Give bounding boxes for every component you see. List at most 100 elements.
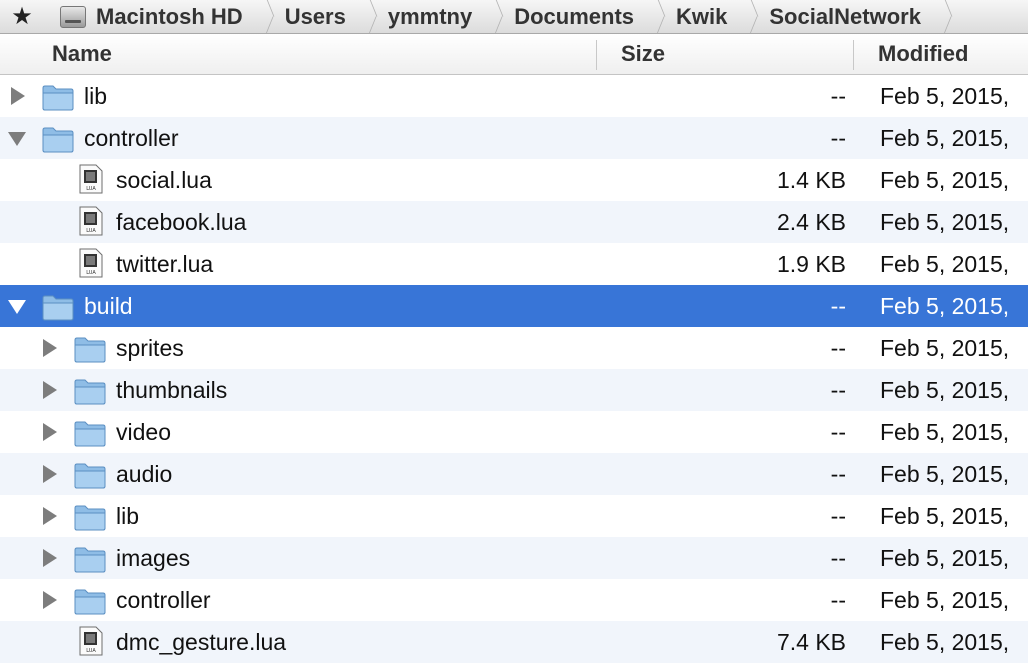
lua-file-icon: LUA bbox=[79, 164, 103, 194]
column-header-size[interactable]: Size bbox=[621, 34, 665, 74]
svg-text:LUA: LUA bbox=[86, 270, 96, 276]
disclosure-triangle-expanded-icon[interactable] bbox=[8, 132, 26, 146]
file-list: lib -- Feb 5, 2015, controller -- Feb 5, 2015… bbox=[0, 75, 1028, 663]
row-size: -- bbox=[830, 544, 846, 571]
row-modified: Feb 5, 2015, bbox=[880, 124, 1010, 151]
table-row[interactable]: LUA social.lua 1.4 KB Feb 5, 2015, bbox=[0, 159, 1028, 201]
row-size: -- bbox=[830, 586, 846, 613]
table-row[interactable]: sprites -- Feb 5, 2015, bbox=[0, 327, 1028, 369]
row-name: sprites bbox=[116, 334, 184, 361]
folder-icon bbox=[74, 419, 106, 447]
row-name: lib bbox=[116, 502, 140, 529]
row-name: thumbnails bbox=[116, 376, 228, 403]
disclosure-triangle-collapsed-icon[interactable] bbox=[43, 465, 57, 483]
table-row[interactable]: build -- Feb 5, 2015, bbox=[0, 285, 1028, 327]
row-size: -- bbox=[830, 82, 846, 109]
row-size: 7.4 KB bbox=[776, 628, 846, 655]
folder-icon bbox=[74, 335, 106, 363]
disclosure-triangle-collapsed-icon[interactable] bbox=[43, 381, 57, 399]
row-modified: Feb 5, 2015, bbox=[880, 166, 1010, 193]
breadcrumb-label: Macintosh HD bbox=[96, 3, 243, 29]
row-name: facebook.lua bbox=[116, 208, 247, 235]
row-modified: Feb 5, 2015, bbox=[880, 292, 1010, 319]
row-modified: Feb 5, 2015, bbox=[880, 250, 1010, 277]
row-modified: Feb 5, 2015, bbox=[880, 82, 1010, 109]
breadcrumb-socialnetwork[interactable]: SocialNetwork bbox=[753, 0, 947, 33]
disclosure-triangle-collapsed-icon[interactable] bbox=[11, 87, 25, 105]
row-size: -- bbox=[830, 292, 846, 319]
table-row[interactable]: video -- Feb 5, 2015, bbox=[0, 411, 1028, 453]
table-row[interactable]: thumbnails -- Feb 5, 2015, bbox=[0, 369, 1028, 411]
table-row[interactable]: LUA facebook.lua 2.4 KB Feb 5, 2015, bbox=[0, 201, 1028, 243]
path-bar: ★ Macintosh HD Users ymmtny Documents Kw… bbox=[0, 0, 1028, 34]
column-header-name[interactable]: Name bbox=[52, 34, 112, 74]
folder-icon bbox=[74, 461, 106, 489]
row-name: images bbox=[116, 544, 191, 571]
folder-icon bbox=[42, 83, 74, 111]
table-row[interactable]: LUA twitter.lua 1.9 KB Feb 5, 2015, bbox=[0, 243, 1028, 285]
breadcrumb-label: SocialNetwork bbox=[769, 3, 921, 29]
breadcrumb-kwik[interactable]: Kwik bbox=[660, 0, 753, 33]
row-size: -- bbox=[830, 502, 846, 529]
table-row[interactable]: images -- Feb 5, 2015, bbox=[0, 537, 1028, 579]
disclosure-triangle-expanded-icon[interactable] bbox=[8, 300, 26, 314]
disclosure-triangle-collapsed-icon[interactable] bbox=[43, 507, 57, 525]
row-modified: Feb 5, 2015, bbox=[880, 376, 1010, 403]
row-modified: Feb 5, 2015, bbox=[880, 334, 1010, 361]
row-name: controller bbox=[116, 586, 211, 613]
breadcrumb-label: Documents bbox=[514, 3, 634, 29]
row-name: lib bbox=[84, 82, 108, 109]
lua-file-icon: LUA bbox=[79, 248, 103, 278]
breadcrumb-documents[interactable]: Documents bbox=[498, 0, 660, 33]
breadcrumb-macintosh-hd[interactable]: Macintosh HD bbox=[44, 0, 269, 33]
breadcrumb-label: ymmtny bbox=[387, 3, 473, 29]
row-name: build bbox=[84, 292, 133, 319]
column-divider[interactable] bbox=[596, 40, 597, 70]
row-size: 1.9 KB bbox=[776, 250, 846, 277]
row-size: -- bbox=[830, 376, 846, 403]
table-row[interactable]: audio -- Feb 5, 2015, bbox=[0, 453, 1028, 495]
lua-file-icon: LUA bbox=[79, 626, 103, 656]
row-modified: Feb 5, 2015, bbox=[880, 544, 1010, 571]
svg-text:LUA: LUA bbox=[86, 186, 96, 192]
disclosure-triangle-collapsed-icon[interactable] bbox=[43, 339, 57, 357]
row-name: audio bbox=[116, 460, 173, 487]
folder-icon bbox=[74, 377, 106, 405]
row-size: 1.4 KB bbox=[776, 166, 846, 193]
row-modified: Feb 5, 2015, bbox=[880, 208, 1010, 235]
row-name: controller bbox=[84, 124, 179, 151]
row-name: twitter.lua bbox=[116, 250, 214, 277]
table-row[interactable]: lib -- Feb 5, 2015, bbox=[0, 495, 1028, 537]
hard-drive-icon bbox=[60, 5, 86, 28]
row-modified: Feb 5, 2015, bbox=[880, 586, 1010, 613]
svg-text:LUA: LUA bbox=[86, 228, 96, 234]
row-modified: Feb 5, 2015, bbox=[880, 628, 1010, 655]
breadcrumb-label: Users bbox=[284, 3, 346, 29]
row-size: -- bbox=[830, 460, 846, 487]
disclosure-triangle-collapsed-icon[interactable] bbox=[43, 549, 57, 567]
row-name: social.lua bbox=[116, 166, 212, 193]
column-divider[interactable] bbox=[853, 40, 854, 70]
column-header-modified[interactable]: Modified bbox=[878, 34, 968, 74]
row-size: -- bbox=[830, 124, 846, 151]
table-row[interactable]: controller -- Feb 5, 2015, bbox=[0, 117, 1028, 159]
disclosure-triangle-collapsed-icon[interactable] bbox=[43, 423, 57, 441]
folder-icon bbox=[42, 293, 74, 321]
row-modified: Feb 5, 2015, bbox=[880, 418, 1010, 445]
breadcrumb-users[interactable]: Users bbox=[269, 0, 372, 33]
star-icon[interactable]: ★ bbox=[0, 0, 44, 33]
disclosure-triangle-collapsed-icon[interactable] bbox=[43, 591, 57, 609]
breadcrumb-ymmtny[interactable]: ymmtny bbox=[372, 0, 498, 33]
table-row[interactable]: controller -- Feb 5, 2015, bbox=[0, 579, 1028, 621]
row-size: -- bbox=[830, 418, 846, 445]
row-modified: Feb 5, 2015, bbox=[880, 460, 1010, 487]
row-name: video bbox=[116, 418, 171, 445]
table-row[interactable]: lib -- Feb 5, 2015, bbox=[0, 75, 1028, 117]
row-size: 2.4 KB bbox=[776, 208, 846, 235]
row-size: -- bbox=[830, 334, 846, 361]
svg-text:LUA: LUA bbox=[86, 648, 96, 654]
column-header: Name Size Modified bbox=[0, 34, 1028, 75]
table-row[interactable]: LUA dmc_gesture.lua 7.4 KB Feb 5, 2015, bbox=[0, 621, 1028, 663]
folder-icon bbox=[42, 125, 74, 153]
breadcrumb-label: Kwik bbox=[676, 3, 728, 29]
